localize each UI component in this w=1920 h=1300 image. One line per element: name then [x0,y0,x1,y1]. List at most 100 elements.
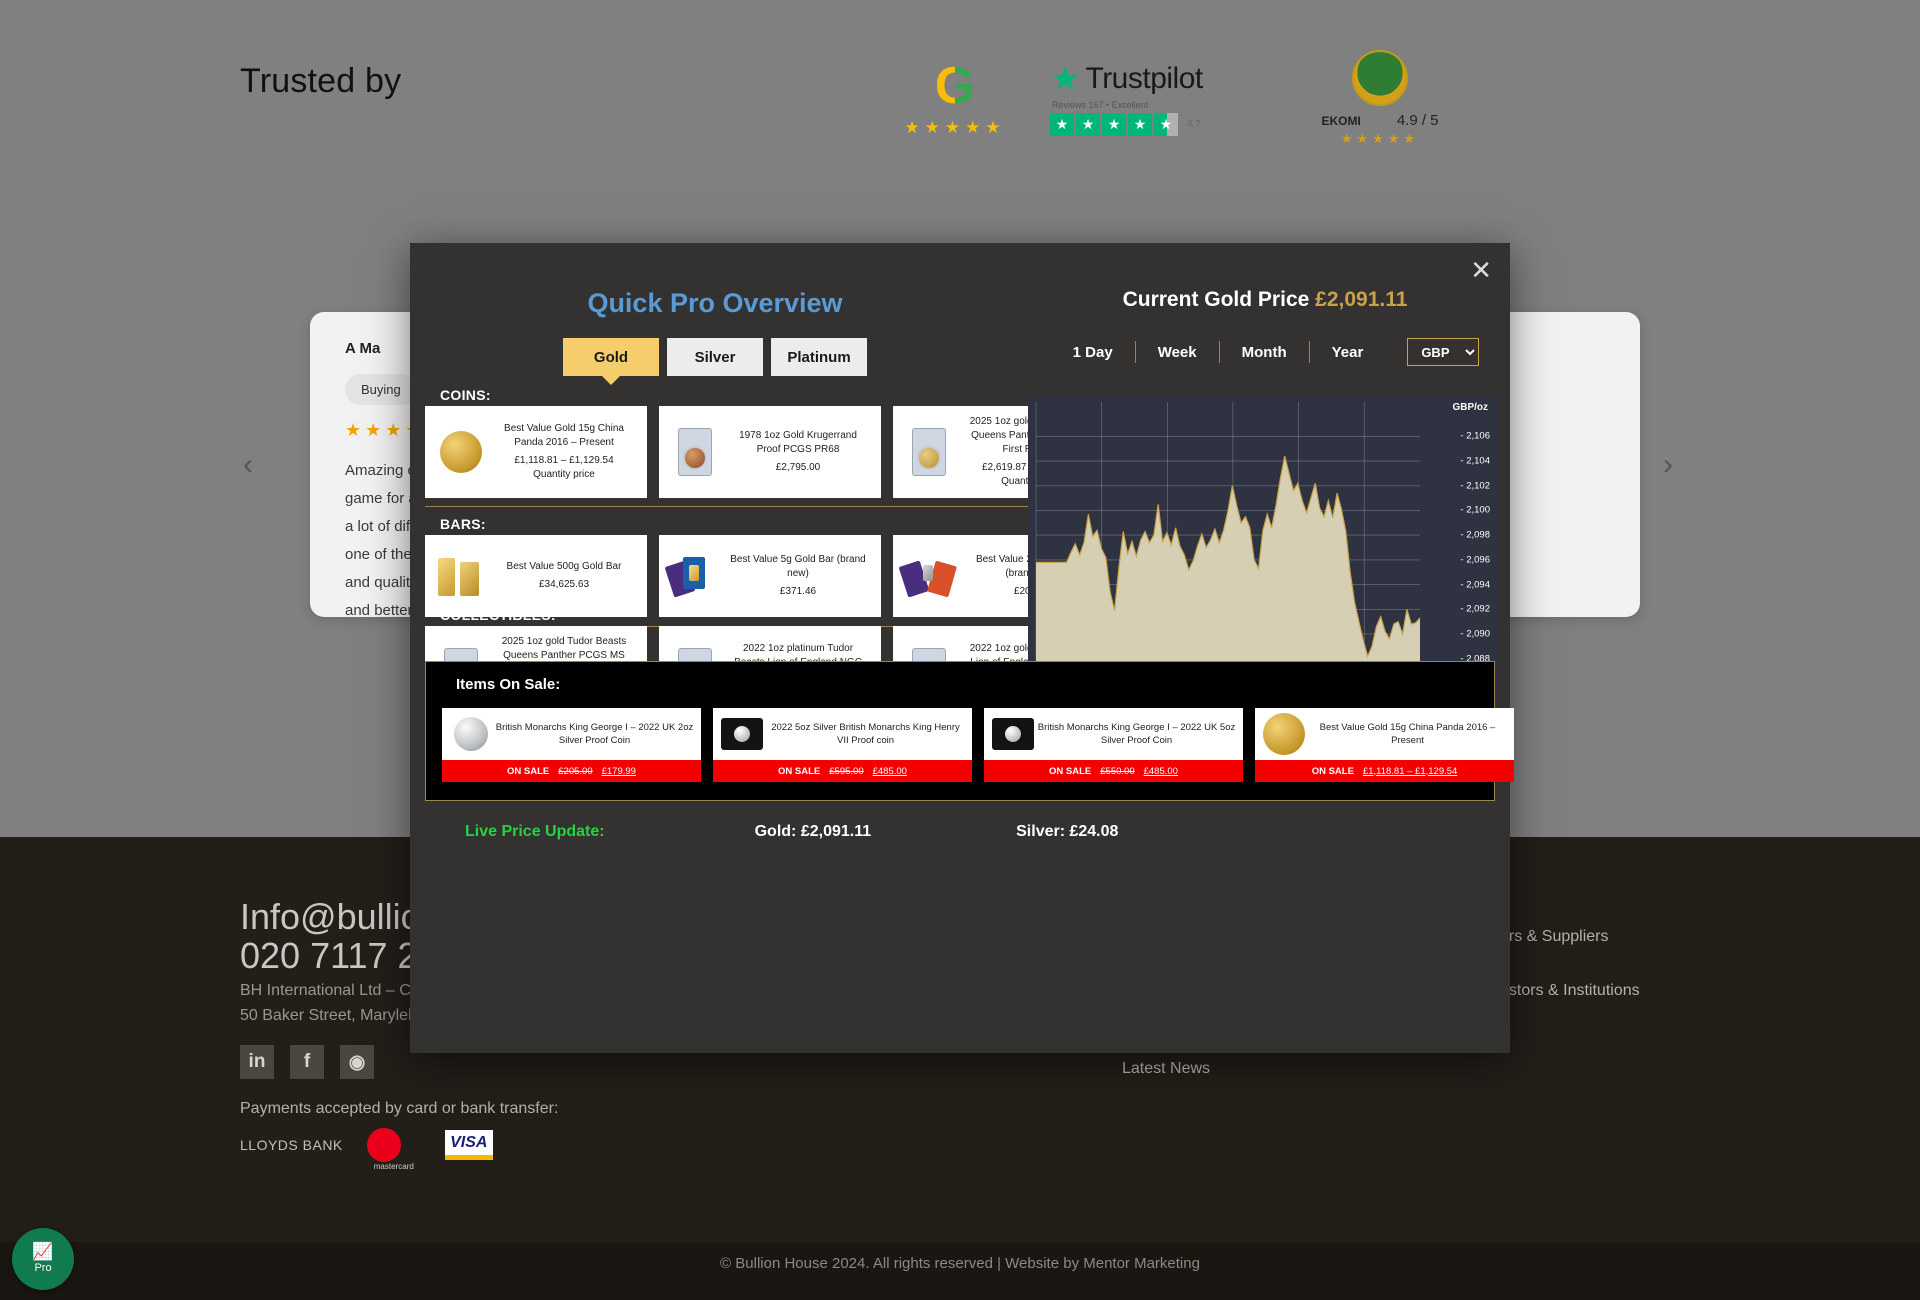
gold-bars-icon [436,554,486,598]
live-price-update-row: Live Price Update: Gold: £2,091.11 Silve… [425,823,1495,841]
ekomi-stars: ★★★★★ [1340,131,1420,146]
ekomi-label: EKOMI [1321,114,1361,128]
product-name: Best Value 5g Gold Bar (brand new) [730,554,866,579]
reviewer-name: A Ma [345,340,381,357]
product-name: Best Value 500g Gold Bar [506,561,622,572]
sale-product-name: British Monarchs King George I – 2022 UK… [1037,722,1236,746]
section-label-collectibles: COLLECTIBLES: [440,607,556,623]
mastercard-logo-icon: mastercard [366,1128,421,1171]
chart-y-tick-label: - 2,100 [1460,504,1490,516]
footer-link-dealers[interactable]: ers & Suppliers [1500,928,1609,946]
sale-new-price: £485.00 [872,765,907,777]
sale-thumbnail [448,717,494,751]
range-1-day[interactable]: 1 Day [1051,344,1135,361]
current-price-amount: £2,091.11 [1315,288,1408,311]
sale-card[interactable]: 2022 5oz Silver British Monarchs King He… [713,708,972,782]
minted-cards-silver-icon [898,555,957,598]
product-card[interactable]: Best Value Gold 15g China Panda 2016 – P… [425,406,647,498]
sale-card[interactable]: British Monarchs King George I – 2022 UK… [442,708,701,782]
current-price-header: Current Gold Price £2,091.11 [1030,288,1500,312]
gold-panda-coin-icon [1263,713,1305,755]
sale-product-name: 2022 5oz Silver British Monarchs King He… [771,722,960,746]
product-thumbnail [667,424,723,480]
product-card[interactable]: Best Value 500g Gold Bar £34,625.63 [425,535,647,617]
pro-chart-icon: 📈 [32,1242,54,1261]
quick-pro-overview-modal: ✕ Quick Pro Overview Gold Silver Platinu… [410,243,1514,1053]
footer-link-latest-news[interactable]: Latest News [1122,1060,1210,1078]
trustpilot-reviews-text: Reviews 167 • Excellent [1052,100,1149,110]
product-card[interactable]: Best Value 5g Gold Bar (brand new) £371.4… [659,535,881,617]
rating-bar: ★ [1050,113,1074,136]
chart-y-tick-label: - 2,106 [1460,430,1490,442]
range-year[interactable]: Year [1310,344,1386,361]
sale-price-band: ON SALE £1,118.81 – £1,129.54 [1255,760,1514,782]
visa-logo-icon: VISA [444,1130,493,1160]
linkedin-icon[interactable]: in [240,1045,274,1079]
ekomi-badge: EKOMI 4.9 / 5 ★★★★★ [1290,50,1470,147]
chart-y-tick-label: - 2,098 [1460,529,1490,541]
rating-bar-partial: ★ [1154,113,1178,136]
pro-widget-button[interactable]: 📈 Pro [12,1228,74,1290]
close-icon[interactable]: ✕ [1470,257,1492,283]
product-name: 1978 1oz Gold Krugerrand Proof PCGS PR68 [739,430,857,455]
sale-old-price: £550.00 [1100,765,1135,777]
sale-items-row: British Monarchs King George I – 2022 UK… [442,708,1514,782]
tab-platinum[interactable]: Platinum [771,338,867,376]
currency-select[interactable]: GBPUSDEUR [1407,338,1480,366]
trustpilot-rating-bars: ★ ★ ★ ★ ★ 4.7 [1050,113,1260,136]
trustpilot-badge: ★ Trustpilot Reviews 167 • Excellent ★ ★… [1050,62,1260,136]
facebook-icon[interactable]: f [290,1045,324,1079]
product-thumbnail [901,424,957,480]
tab-silver[interactable]: Silver [667,338,763,376]
sale-thumbnail [1261,713,1307,755]
sale-card[interactable]: Best Value Gold 15g China Panda 2016 – P… [1255,708,1514,782]
review-category-chip: Buying [345,374,417,405]
product-thumbnail [664,548,723,604]
chart-range-selector: 1 Day Week Month Year GBPUSDEUR [1030,338,1500,366]
product-price: £1,118.81 – £1,129.54 [514,455,614,466]
product-card[interactable]: 1978 1oz Gold Krugerrand Proof PCGS PR68… [659,406,881,498]
sale-new-price: £1,118.81 – £1,129.54 [1362,765,1458,777]
sale-product-name: Best Value Gold 15g China Panda 2016 – P… [1319,722,1496,746]
section-label-coins: COINS: [440,387,491,403]
rating-bar: ★ [1128,113,1152,136]
rating-bar: ★ [1076,113,1100,136]
google-review-badge: G ★★★★★ [890,60,1020,138]
gold-panda-coin-icon [440,431,482,473]
live-price-label: Live Price Update: [465,823,605,840]
on-sale-badge: ON SALE [507,765,550,777]
on-sale-badge: ON SALE [1049,765,1092,777]
carousel-next-arrow[interactable]: › [1663,448,1673,482]
carousel-prev-arrow[interactable]: ‹ [243,448,253,482]
footer-link-investors[interactable]: estors & Institutions [1500,982,1640,1000]
product-name: Best Value Gold 15g China Panda 2016 – P… [504,423,624,448]
product-price: £34,625.63 [538,579,590,590]
minted-cards-gold-icon [664,555,721,598]
range-week[interactable]: Week [1136,344,1219,361]
trustpilot-score: 4.7 [1187,119,1201,130]
lloyds-bank-logo: LLOYDS BANK [240,1137,343,1153]
footer-address-line2: 50 Baker Street, Marylebo [240,1007,426,1024]
footer-social-links: in f ◉ [240,1045,374,1079]
sale-price-band: ON SALE £550.00 £485.00 [984,760,1243,782]
footer-address-line1: BH International Ltd – Com [240,982,433,999]
sale-new-price: £179.99 [601,765,636,777]
range-month[interactable]: Month [1220,344,1309,361]
pro-widget-label: Pro [34,1262,52,1274]
chart-y-tick-label: - 2,102 [1460,480,1490,492]
rating-bar: ★ [1102,113,1126,136]
ekomi-score: 4.9 / 5 [1396,112,1439,129]
chart-y-tick-label: - 2,094 [1460,579,1490,591]
sale-thumbnail [990,718,1036,750]
sale-old-price: £205.00 [558,765,593,777]
gold-price-chart[interactable]: GBP/oz - 2,088- 2,090- 2,092- 2,094- 2,0… [1021,396,1498,701]
bars-product-row: Best Value 500g Gold Bar £34,625.63 Best V… [425,535,1115,617]
sale-price-band: ON SALE £205.00 £179.99 [442,760,701,782]
trustpilot-star-icon: ★ [1050,60,1081,98]
sale-card[interactable]: British Monarchs King George I – 2022 UK… [984,708,1243,782]
tab-gold[interactable]: Gold [563,338,659,376]
instagram-icon[interactable]: ◉ [340,1045,374,1079]
chart-y-axis-label: GBP/oz [1452,402,1488,413]
coin-box-icon [721,718,763,750]
trust-logos: G ★★★★★ ★ Trustpilot Reviews 167 • Excel… [850,50,1470,170]
